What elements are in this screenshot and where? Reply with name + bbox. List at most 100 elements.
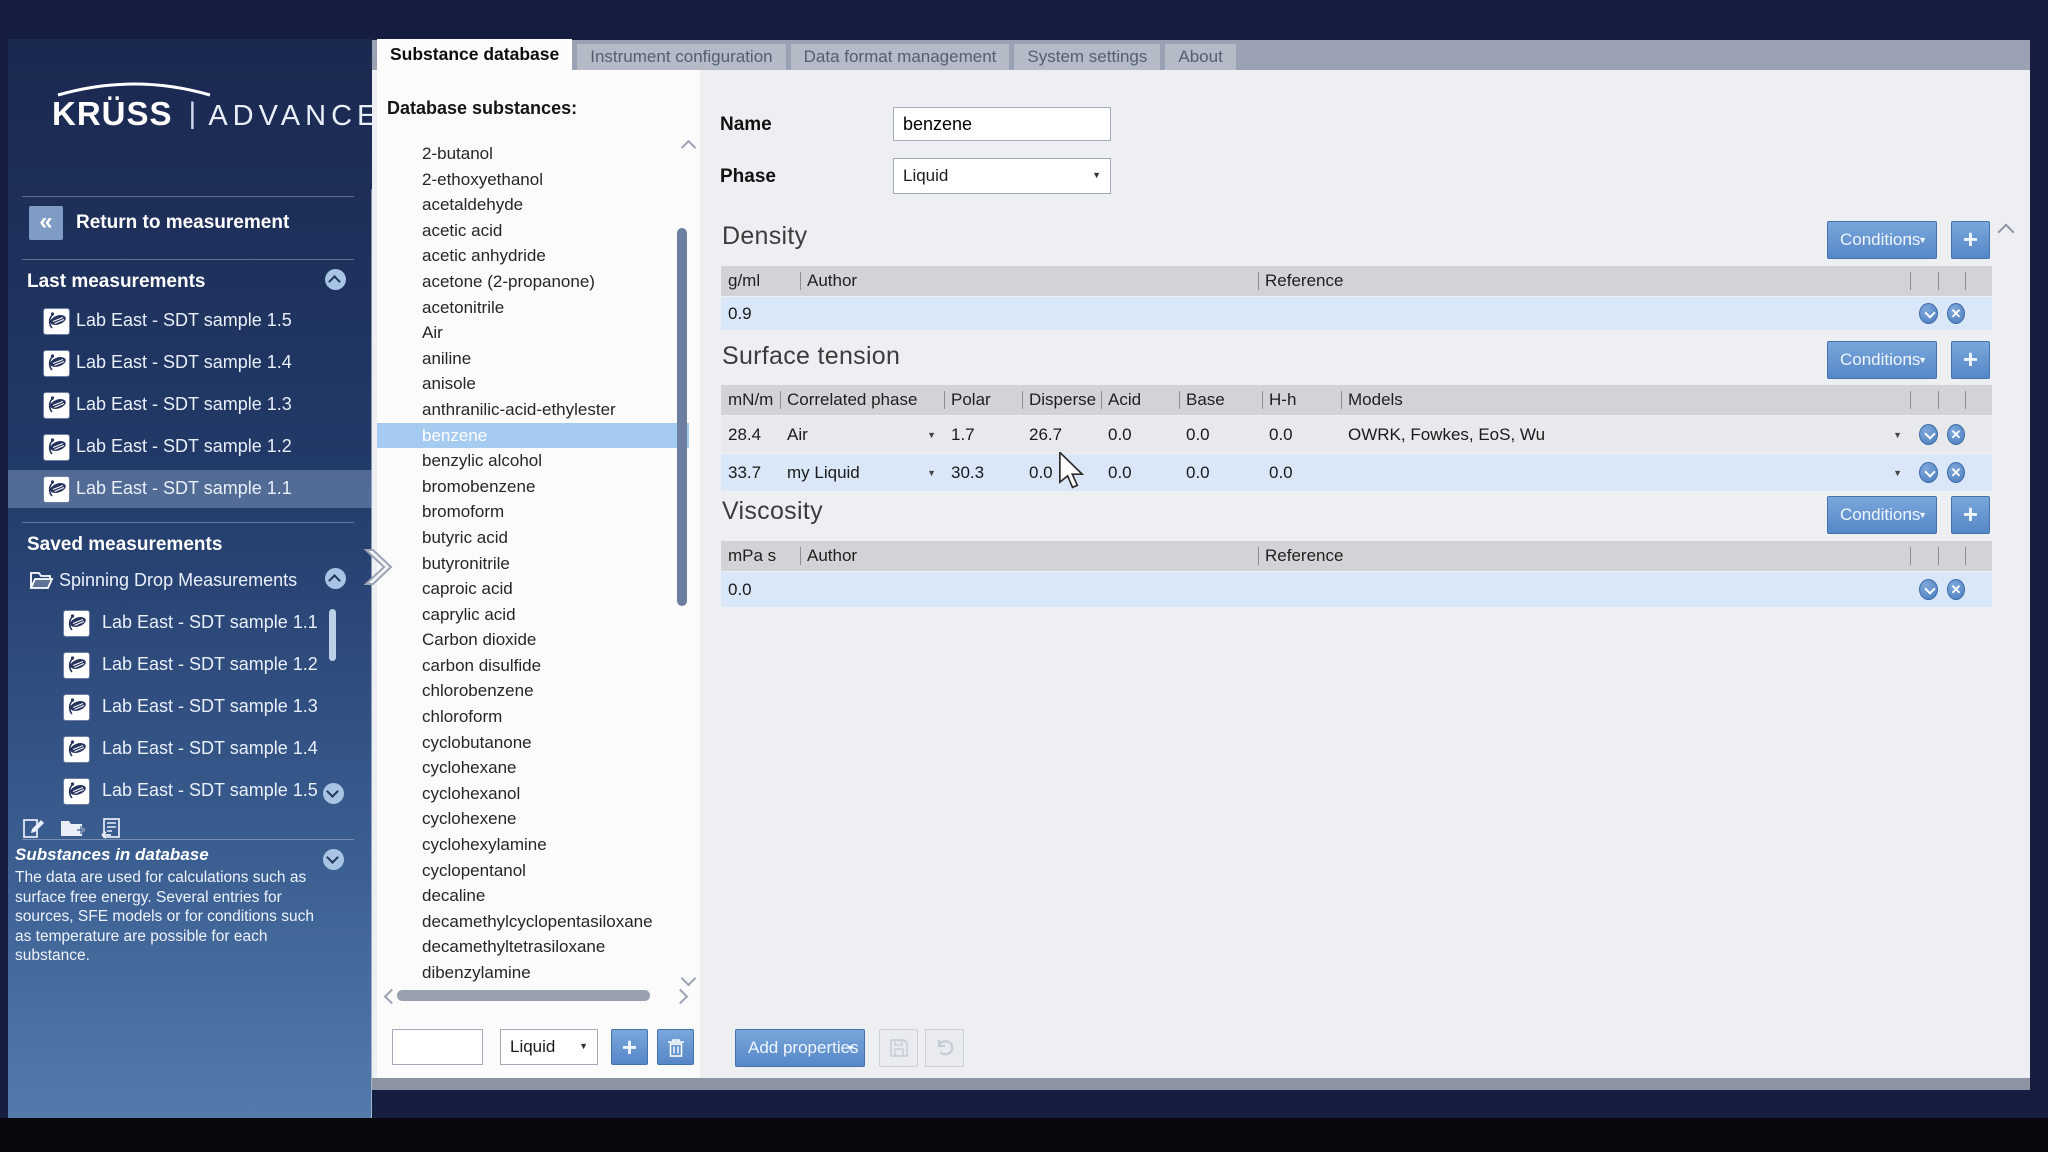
substance-item[interactable]: 2-ethoxyethanol xyxy=(377,167,689,193)
sidebar-splitter-handle[interactable] xyxy=(360,545,398,589)
correlated-phase-dropdown[interactable]: my Liquid▼ xyxy=(780,454,944,491)
info-collapse-icon[interactable] xyxy=(323,849,344,870)
substance-item[interactable]: Air xyxy=(377,320,689,346)
viscosity-row[interactable]: 0.0 ✕ xyxy=(721,572,1992,607)
substance-item[interactable]: cyclohexene xyxy=(377,806,689,832)
expand-row-icon[interactable] xyxy=(1919,579,1938,600)
substance-item[interactable]: anisole xyxy=(377,371,689,397)
substance-item[interactable]: decamethyltetrasiloxane xyxy=(377,934,689,960)
last-measurement-item-selected[interactable]: Lab East - SDT sample 1.1 xyxy=(8,470,372,508)
last-measurement-item[interactable]: Lab East - SDT sample 1.5 xyxy=(8,302,372,340)
st-hh[interactable]: 0.0 xyxy=(1262,416,1341,453)
st-polar[interactable]: 30.3 xyxy=(944,454,1022,491)
viscosity-add-button[interactable]: + xyxy=(1951,496,1990,534)
substance-item[interactable]: acetaldehyde xyxy=(377,192,689,218)
delete-row-icon[interactable]: ✕ xyxy=(1947,579,1965,600)
last-measurement-item[interactable]: Lab East - SDT sample 1.4 xyxy=(8,344,372,382)
substance-item-selected[interactable]: benzene xyxy=(377,423,689,449)
substance-item[interactable]: dibenzylamine xyxy=(377,960,689,986)
save-button-disabled[interactable] xyxy=(879,1029,918,1067)
tab-data-format-management[interactable]: Data format management xyxy=(791,44,1010,70)
surface-tension-row[interactable]: 28.4 Air▼ 1.7 26.7 0.0 0.0 0.0 OWRK, Fow… xyxy=(721,416,1992,453)
st-base[interactable]: 0.0 xyxy=(1179,454,1262,491)
density-value[interactable]: 0.9 xyxy=(721,297,800,330)
return-to-measurement-button[interactable]: « Return to measurement xyxy=(29,206,349,242)
expand-row-icon[interactable] xyxy=(1919,462,1938,483)
expand-row-icon[interactable] xyxy=(1919,424,1938,445)
scroll-right-icon[interactable] xyxy=(673,989,689,1005)
substance-item[interactable]: butyronitrile xyxy=(377,551,689,577)
density-author[interactable] xyxy=(800,297,1258,330)
add-folder-icon[interactable] xyxy=(59,816,85,840)
scroll-down-icon[interactable] xyxy=(323,783,344,804)
density-add-button[interactable]: + xyxy=(1951,221,1990,259)
substance-item[interactable]: aniline xyxy=(377,346,689,372)
saved-measurement-item[interactable]: Lab East - SDT sample 1.5 xyxy=(8,772,372,810)
st-disperse[interactable]: 26.7 xyxy=(1022,416,1101,453)
delete-row-icon[interactable]: ✕ xyxy=(1947,303,1965,324)
substance-item[interactable]: 2-butanol xyxy=(377,141,689,167)
st-hh[interactable]: 0.0 xyxy=(1262,454,1341,491)
surface-tension-conditions-button[interactable]: Conditions ▼ xyxy=(1827,341,1937,379)
substance-item[interactable]: carbon disulfide xyxy=(377,653,689,679)
scroll-up-icon[interactable] xyxy=(1998,224,2015,241)
substance-item[interactable]: acetonitrile xyxy=(377,295,689,321)
st-acid[interactable]: 0.0 xyxy=(1101,416,1179,453)
saved-measurement-item[interactable]: Lab East - SDT sample 1.3 xyxy=(8,688,372,726)
substance-item[interactable]: cyclohexane xyxy=(377,755,689,781)
tab-system-settings[interactable]: System settings xyxy=(1014,44,1160,70)
tab-instrument-configuration[interactable]: Instrument configuration xyxy=(577,44,785,70)
surface-tension-add-button[interactable]: + xyxy=(1951,341,1990,379)
substances-scrollbar-thumb[interactable] xyxy=(677,228,687,606)
st-acid[interactable]: 0.0 xyxy=(1101,454,1179,491)
viscosity-conditions-button[interactable]: Conditions ▼ xyxy=(1827,496,1937,534)
viscosity-reference[interactable] xyxy=(1258,572,1910,607)
new-measurement-icon[interactable] xyxy=(21,816,45,840)
st-polar[interactable]: 1.7 xyxy=(944,416,1022,453)
expand-row-icon[interactable] xyxy=(1919,303,1938,324)
saved-measurement-item[interactable]: Lab East - SDT sample 1.1 xyxy=(8,604,372,642)
models-dropdown[interactable]: ▼ xyxy=(1341,454,1910,491)
collapse-folder-icon[interactable] xyxy=(325,568,346,589)
collapse-section-icon[interactable] xyxy=(325,269,346,290)
viscosity-author[interactable] xyxy=(800,572,1258,607)
models-dropdown[interactable]: OWRK, Fowkes, EoS, Wu▼ xyxy=(1341,416,1910,453)
substance-item[interactable]: caproic acid xyxy=(377,576,689,602)
st-value[interactable]: 28.4 xyxy=(721,416,780,453)
tab-about[interactable]: About xyxy=(1165,44,1235,70)
substance-item[interactable]: cyclohexylamine xyxy=(377,832,689,858)
substance-item[interactable]: decaline xyxy=(377,883,689,909)
substance-item[interactable]: decamethylcyclopentasiloxane xyxy=(377,909,689,935)
substance-item[interactable]: chloroform xyxy=(377,704,689,730)
new-substance-phase-dropdown[interactable]: Liquid ▼ xyxy=(500,1029,598,1065)
substance-item[interactable]: caprylic acid xyxy=(377,602,689,628)
viscosity-value[interactable]: 0.0 xyxy=(721,572,800,607)
substance-item[interactable]: anthranilic-acid-ethylester xyxy=(377,397,689,423)
st-value[interactable]: 33.7 xyxy=(721,454,780,491)
surface-tension-row-selected[interactable]: 33.7 my Liquid▼ 30.3 0.0 0.0 0.0 0.0 ▼ ✕ xyxy=(721,454,1992,491)
substance-name-input[interactable] xyxy=(893,107,1111,141)
st-base[interactable]: 0.0 xyxy=(1179,416,1262,453)
density-conditions-button[interactable]: Conditions ▼ xyxy=(1827,221,1937,259)
substance-item[interactable]: chlorobenzene xyxy=(377,678,689,704)
phase-dropdown[interactable]: Liquid ▼ xyxy=(893,158,1111,194)
substances-hscrollbar-thumb[interactable] xyxy=(397,990,650,1001)
substance-item[interactable]: benzylic alcohol xyxy=(377,448,689,474)
delete-substance-button[interactable] xyxy=(657,1029,694,1065)
saved-measurement-item[interactable]: Lab East - SDT sample 1.2 xyxy=(8,646,372,684)
density-reference[interactable] xyxy=(1258,297,1910,330)
last-measurement-item[interactable]: Lab East - SDT sample 1.3 xyxy=(8,386,372,424)
substance-item[interactable]: bromoform xyxy=(377,499,689,525)
import-measurement-icon[interactable] xyxy=(99,816,123,840)
density-row[interactable]: 0.9 ✕ xyxy=(721,297,1992,330)
delete-row-icon[interactable]: ✕ xyxy=(1947,462,1965,483)
substance-item[interactable]: acetone (2-propanone) xyxy=(377,269,689,295)
substance-item[interactable]: bromobenzene xyxy=(377,474,689,500)
new-substance-name-input[interactable] xyxy=(392,1029,483,1065)
substance-item[interactable]: Carbon dioxide xyxy=(377,627,689,653)
delete-row-icon[interactable]: ✕ xyxy=(1947,424,1965,445)
correlated-phase-dropdown[interactable]: Air▼ xyxy=(780,416,944,453)
last-measurement-item[interactable]: Lab East - SDT sample 1.2 xyxy=(8,428,372,466)
undo-button-disabled[interactable] xyxy=(925,1029,964,1067)
tab-substance-database[interactable]: Substance database xyxy=(377,39,572,70)
